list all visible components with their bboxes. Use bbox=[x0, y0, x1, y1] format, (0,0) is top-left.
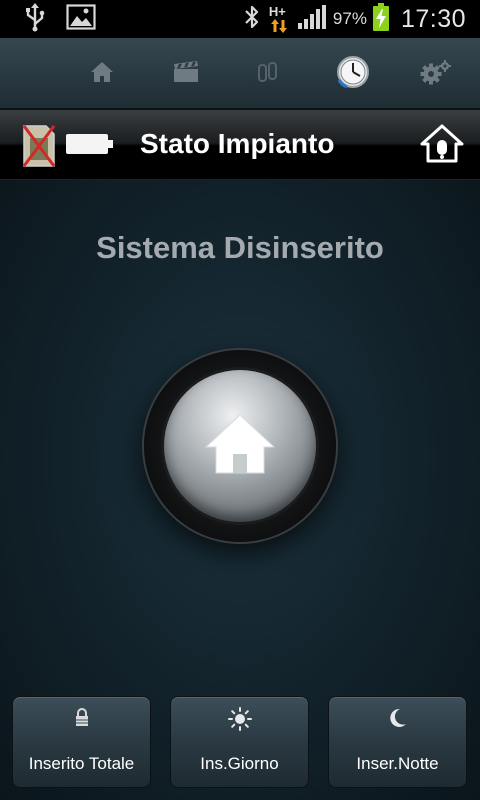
lock-icon bbox=[13, 707, 150, 729]
home-alarm-button[interactable] bbox=[420, 124, 464, 169]
system-state-text: Sistema Disinserito bbox=[96, 230, 384, 265]
tab-home[interactable] bbox=[80, 52, 124, 96]
gears-icon bbox=[420, 59, 452, 90]
battery-percent: 97% bbox=[332, 9, 367, 28]
usb-icon bbox=[24, 2, 46, 37]
mode-label-total: Inserito Totale bbox=[28, 754, 135, 773]
tab-video[interactable] bbox=[164, 52, 208, 96]
no-sim-icon bbox=[22, 122, 56, 168]
status-bar: H+ 97% 17:30 bbox=[0, 0, 480, 38]
arm-disarm-button[interactable] bbox=[144, 350, 336, 542]
mode-button-night[interactable]: Inser.Notte bbox=[328, 696, 467, 788]
mode-label-night: Inser.Notte bbox=[356, 754, 439, 773]
tab-settings[interactable] bbox=[414, 52, 458, 96]
tab-zones[interactable] bbox=[246, 52, 290, 96]
clock-icon bbox=[335, 54, 371, 95]
network-type-indicator: H+ bbox=[267, 4, 291, 34]
clock-time: 17:30 bbox=[400, 4, 466, 33]
device-battery-icon bbox=[66, 134, 114, 154]
signal-strength-icon bbox=[297, 4, 327, 35]
arm-disarm-button-face bbox=[164, 370, 316, 522]
moon-icon bbox=[329, 707, 466, 729]
mode-label-day: Ins.Giorno bbox=[200, 754, 279, 773]
tab-bar bbox=[0, 38, 480, 110]
home-icon bbox=[203, 412, 277, 481]
data-activity-icon bbox=[270, 19, 287, 33]
mode-button-total[interactable]: Inserito Totale bbox=[12, 696, 151, 788]
page-title: Stato Impianto bbox=[140, 128, 335, 159]
network-type-label: H+ bbox=[268, 4, 286, 19]
home-alarm-icon bbox=[420, 124, 464, 163]
tab-history[interactable] bbox=[331, 52, 375, 96]
home-icon bbox=[90, 61, 114, 88]
battery-charging-icon bbox=[372, 2, 389, 36]
gallery-icon bbox=[66, 3, 96, 35]
sensor-icon bbox=[258, 61, 278, 88]
title-bar: Stato Impianto bbox=[0, 110, 480, 180]
mode-button-day[interactable]: Ins.Giorno bbox=[170, 696, 309, 788]
sun-icon bbox=[171, 707, 308, 731]
bluetooth-icon bbox=[243, 3, 261, 36]
clapperboard-icon bbox=[173, 60, 199, 88]
